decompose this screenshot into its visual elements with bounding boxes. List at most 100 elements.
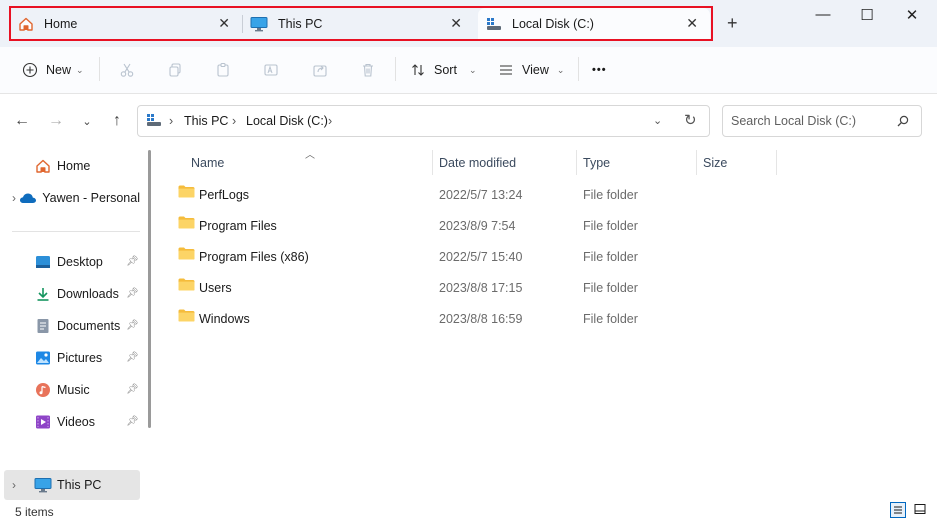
chevron-right-icon[interactable]: › xyxy=(12,191,16,205)
sidebar-item-this-pc[interactable]: › This PC xyxy=(0,470,140,500)
file-row[interactable]: Program Files (x86) 2022/5/7 15:40 File … xyxy=(178,243,758,274)
pin-icon[interactable]: 📌︎ xyxy=(126,256,139,267)
tiles-view-button[interactable] xyxy=(913,502,929,518)
search-icon[interactable] xyxy=(897,115,909,130)
drive-icon xyxy=(146,113,162,130)
sidebar-item-label: This PC xyxy=(57,478,102,492)
column-header-name[interactable]: Name xyxy=(191,156,224,170)
sidebar-item-label: Music xyxy=(57,383,90,397)
folder-icon xyxy=(178,278,195,291)
sidebar-item-music[interactable]: Music xyxy=(0,375,140,405)
column-divider[interactable] xyxy=(576,150,577,175)
view-button[interactable]: View ⌄ xyxy=(496,59,564,81)
address-history-chevron-icon[interactable]: ⌄ xyxy=(653,114,662,127)
sidebar-item-videos[interactable]: Videos xyxy=(0,407,140,437)
sidebar-scrollbar[interactable] xyxy=(148,150,151,428)
more-options-button[interactable]: ••• xyxy=(592,59,607,81)
sidebar-item-onedrive[interactable]: › Yawen - Personal xyxy=(0,183,140,213)
copy-icon xyxy=(165,60,185,80)
details-view-button[interactable] xyxy=(890,502,906,518)
file-type: File folder xyxy=(583,312,638,326)
sidebar-item-label: Documents xyxy=(57,319,121,333)
maximize-button[interactable]: ☐ xyxy=(853,6,881,26)
videos-icon xyxy=(34,413,52,431)
chevron-right-icon[interactable]: › xyxy=(328,114,332,128)
monitor-icon xyxy=(34,476,52,494)
item-count: 5 items xyxy=(15,505,54,519)
trash-icon xyxy=(358,60,378,80)
folder-icon xyxy=(178,216,195,229)
pin-icon[interactable]: 📌︎ xyxy=(126,416,139,427)
clipboard-icon xyxy=(213,60,233,80)
folder-icon xyxy=(178,185,195,198)
new-button[interactable]: New ⌄ xyxy=(20,59,84,81)
pin-icon[interactable]: 📌︎ xyxy=(126,384,139,395)
refresh-icon[interactable]: ↻ xyxy=(684,111,697,129)
close-window-button[interactable]: ✕ xyxy=(898,6,926,26)
file-name: Program Files xyxy=(199,219,277,233)
column-divider[interactable] xyxy=(776,150,777,175)
rename-icon xyxy=(261,60,281,80)
file-type: File folder xyxy=(583,219,638,233)
chevron-right-icon[interactable]: › xyxy=(169,114,173,128)
share-button[interactable] xyxy=(310,59,330,81)
new-tab-button[interactable]: + xyxy=(727,13,738,34)
up-arrow-icon[interactable]: ↑ xyxy=(106,110,128,132)
desktop-icon xyxy=(34,253,52,271)
rename-button[interactable] xyxy=(261,59,281,81)
file-name: PerfLogs xyxy=(199,188,250,202)
cloud-icon xyxy=(19,189,37,207)
search-input[interactable]: Search Local Disk (C:) xyxy=(731,114,856,128)
column-header-type[interactable]: Type xyxy=(583,156,610,170)
file-row[interactable]: Windows 2023/8/8 16:59 File folder xyxy=(178,305,758,336)
chevron-right-icon[interactable]: › xyxy=(232,114,236,128)
copy-button[interactable] xyxy=(165,59,185,81)
column-divider[interactable] xyxy=(432,150,433,175)
share-icon xyxy=(310,60,330,80)
download-icon xyxy=(34,285,52,303)
sort-icon xyxy=(408,60,428,80)
chevron-right-icon[interactable]: › xyxy=(12,478,25,492)
file-name: Program Files (x86) xyxy=(199,250,309,264)
sidebar-item-downloads[interactable]: Downloads xyxy=(0,279,140,309)
view-button-label: View xyxy=(522,63,549,77)
sort-button-label: Sort xyxy=(434,63,457,77)
file-name: Users xyxy=(199,281,232,295)
view-list-icon xyxy=(496,60,516,80)
tabs-highlight-box xyxy=(9,6,713,41)
document-icon xyxy=(34,317,52,335)
breadcrumb-local-disk[interactable]: Local Disk (C:) xyxy=(246,114,328,128)
pin-icon[interactable]: 📌︎ xyxy=(126,320,139,331)
chevron-down-icon: ⌄ xyxy=(468,64,477,75)
tiles-view-icon xyxy=(914,504,926,514)
sidebar-item-desktop[interactable]: Desktop xyxy=(0,247,140,277)
column-header-date[interactable]: Date modified xyxy=(439,156,516,170)
column-header-size[interactable]: Size xyxy=(703,156,727,170)
sort-button[interactable]: Sort ⌄ xyxy=(408,59,476,81)
music-icon xyxy=(34,381,52,399)
new-button-label: New xyxy=(46,63,72,77)
recent-locations-chevron-icon[interactable]: ⌄ xyxy=(76,110,98,132)
file-date: 2022/5/7 13:24 xyxy=(439,188,523,202)
sidebar-item-label: Downloads xyxy=(57,287,119,301)
back-arrow-icon[interactable]: ← xyxy=(11,110,33,132)
delete-button[interactable] xyxy=(358,59,378,81)
column-divider[interactable] xyxy=(696,150,697,175)
sidebar-item-documents[interactable]: Documents xyxy=(0,311,140,341)
pin-icon[interactable]: 📌︎ xyxy=(126,288,139,299)
cut-button[interactable] xyxy=(117,59,137,81)
breadcrumb-this-pc[interactable]: This PC xyxy=(184,114,228,128)
minimize-button[interactable]: — xyxy=(809,6,837,26)
paste-button[interactable] xyxy=(213,59,233,81)
sidebar-item-home[interactable]: Home xyxy=(0,151,140,181)
forward-arrow-icon[interactable]: → xyxy=(45,110,67,132)
chevron-down-icon: ⌄ xyxy=(76,64,84,75)
file-date: 2023/8/9 7:54 xyxy=(439,219,516,233)
scissors-icon xyxy=(117,60,137,80)
file-row[interactable]: Program Files 2023/8/9 7:54 File folder xyxy=(178,212,758,243)
sidebar-item-pictures[interactable]: Pictures xyxy=(0,343,140,373)
plus-circle-icon xyxy=(20,60,40,80)
file-row[interactable]: PerfLogs 2022/5/7 13:24 File folder xyxy=(178,181,758,212)
file-row[interactable]: Users 2023/8/8 17:15 File folder xyxy=(178,274,758,305)
pin-icon[interactable]: 📌︎ xyxy=(126,352,139,363)
